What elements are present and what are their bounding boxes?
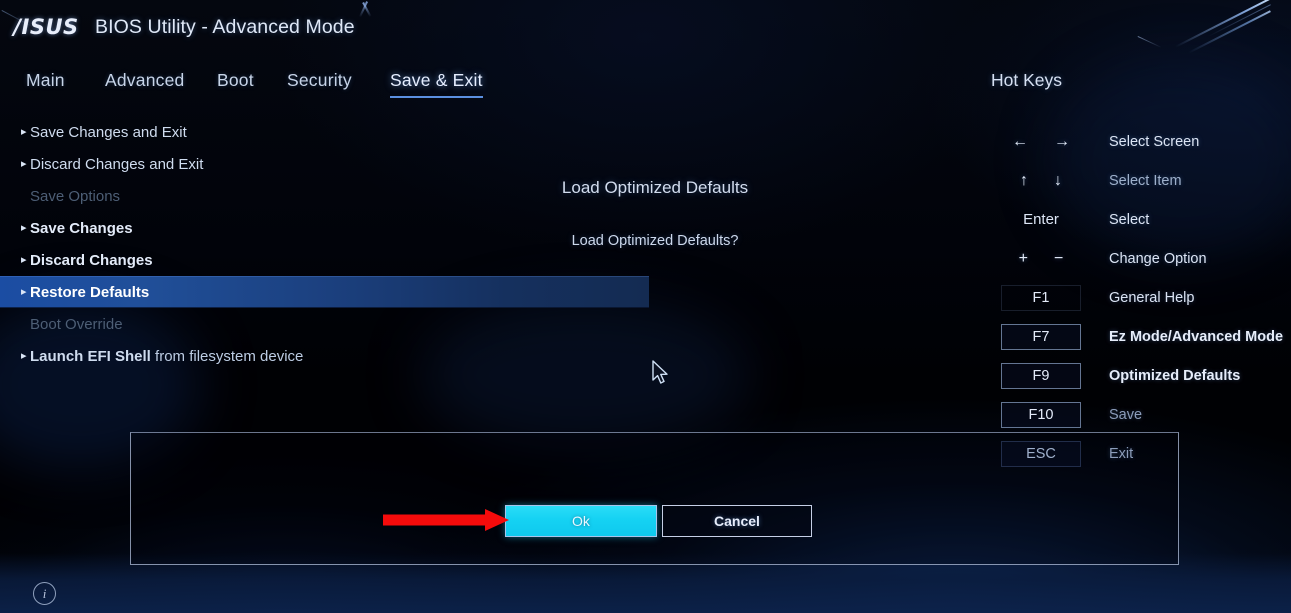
- hotkey-description: Select Item: [1109, 172, 1182, 189]
- hotkey-row-optimized-defaults: F9 Optimized Defaults: [985, 356, 1285, 395]
- menu-item-label: Restore Defaults: [30, 283, 150, 301]
- arrow-down-icon: ↓: [1054, 171, 1062, 189]
- hotkey-keys: ↑ ↓: [985, 161, 1097, 200]
- hotkeys-panel: ← → Select Screen ↑ ↓ Select Item Enter …: [985, 122, 1285, 473]
- hotkey-description: Ez Mode/Advanced Mode: [1109, 328, 1284, 345]
- menu-item-label: Discard Changes: [30, 251, 153, 269]
- page-title: BIOS Utility - Advanced Mode: [95, 16, 355, 38]
- hotkey-row-change-option: + − Change Option: [985, 239, 1285, 278]
- key-esc[interactable]: ESC: [1001, 440, 1081, 467]
- tab-save-exit[interactable]: Save & Exit: [390, 70, 483, 98]
- hotkey-row-ez-mode: F7 Ez Mode/Advanced Mode: [985, 317, 1285, 356]
- hotkey-description: Change Option: [1109, 250, 1207, 267]
- info-icon[interactable]: i: [33, 582, 56, 605]
- triangle-right-icon: ▸: [21, 349, 27, 362]
- hotkey-description: Exit: [1109, 445, 1134, 462]
- hotkey-description: Save: [1109, 406, 1143, 423]
- hotkey-row-exit: ESC Exit: [985, 434, 1285, 473]
- tab-boot[interactable]: Boot: [217, 70, 254, 96]
- annotation-arrow-icon: [383, 509, 509, 531]
- asus-logo: /ISUS: [13, 15, 79, 39]
- hotkey-keys: F7: [985, 317, 1097, 356]
- key-f7[interactable]: F7: [1001, 323, 1081, 350]
- triangle-right-icon: ▸: [21, 221, 27, 234]
- hotkey-keys: ESC: [985, 434, 1097, 473]
- key-f10[interactable]: F10: [1001, 401, 1081, 428]
- hotkey-description: Select: [1109, 211, 1150, 228]
- hotkey-row-save: F10 Save: [985, 395, 1285, 434]
- header-bar: /ISUS BIOS Utility - Advanced Mode: [0, 0, 1291, 58]
- triangle-right-icon: ▸: [21, 253, 27, 266]
- hotkey-row-select-screen: ← → Select Screen: [985, 122, 1285, 161]
- menu-item-save-changes-and-exit[interactable]: ▸ Save Changes and Exit: [0, 116, 660, 148]
- tab-advanced[interactable]: Advanced: [105, 70, 184, 96]
- key-f9[interactable]: F9: [1001, 362, 1081, 389]
- hotkeys-title: Hot Keys: [991, 70, 1062, 90]
- arrow-up-icon: ↑: [1020, 171, 1028, 189]
- tab-security[interactable]: Security: [287, 70, 352, 96]
- menu-item-label: Discard Changes and Exit: [30, 155, 204, 173]
- minus-icon: −: [1054, 249, 1064, 267]
- tab-main[interactable]: Main: [26, 70, 65, 96]
- triangle-right-icon: ▸: [21, 285, 27, 298]
- arrow-right-icon: →: [1054, 132, 1070, 150]
- triangle-right-icon: ▸: [21, 157, 27, 170]
- menu-item-label: Launch EFI Shell from filesystem device: [30, 348, 303, 365]
- hotkey-row-general-help: F1 General Help: [985, 278, 1285, 317]
- hotkey-keys: Enter: [985, 200, 1097, 239]
- menu-item-launch-efi-shell[interactable]: ▸ Launch EFI Shell from filesystem devic…: [0, 340, 660, 372]
- arrow-left-icon: ←: [1012, 132, 1028, 150]
- hotkey-keys: ← →: [985, 122, 1097, 161]
- menu-item-restore-defaults[interactable]: ▸ Restore Defaults: [0, 276, 649, 308]
- hotkey-description: General Help: [1109, 289, 1195, 306]
- ok-button[interactable]: Ok: [505, 505, 657, 537]
- menu-item-discard-changes-and-exit[interactable]: ▸ Discard Changes and Exit: [0, 148, 660, 180]
- bios-screen: /ISUS BIOS Utility - Advanced Mode Main …: [0, 0, 1291, 613]
- menu-item-label-lead: Launch EFI Shell: [30, 347, 151, 365]
- hotkey-description: Select Screen: [1109, 133, 1200, 150]
- hotkey-keys: F10: [985, 395, 1097, 434]
- menu-section-boot-override: Boot Override: [0, 308, 660, 340]
- hotkey-keys: F9: [985, 356, 1097, 395]
- hotkey-keys: + −: [985, 239, 1097, 278]
- menu-item-label-tail: from filesystem device: [150, 347, 304, 365]
- triangle-right-icon: ▸: [21, 125, 27, 138]
- mouse-cursor-icon: [652, 360, 668, 384]
- hotkey-keys: F1: [985, 278, 1097, 317]
- key-f1[interactable]: F1: [1001, 284, 1081, 311]
- nav-tabs: Main Advanced Boot Security Save & Exit: [0, 70, 960, 104]
- menu-item-label: Save Changes and Exit: [30, 123, 187, 141]
- plus-icon: +: [1018, 249, 1028, 267]
- enter-key-label: Enter: [1023, 211, 1059, 228]
- hotkey-row-select-item: ↑ ↓ Select Item: [985, 161, 1285, 200]
- cancel-button[interactable]: Cancel: [662, 505, 812, 537]
- hotkey-row-select: Enter Select: [985, 200, 1285, 239]
- menu-section-label: Boot Override: [30, 315, 123, 333]
- hotkey-description: Optimized Defaults: [1109, 367, 1241, 384]
